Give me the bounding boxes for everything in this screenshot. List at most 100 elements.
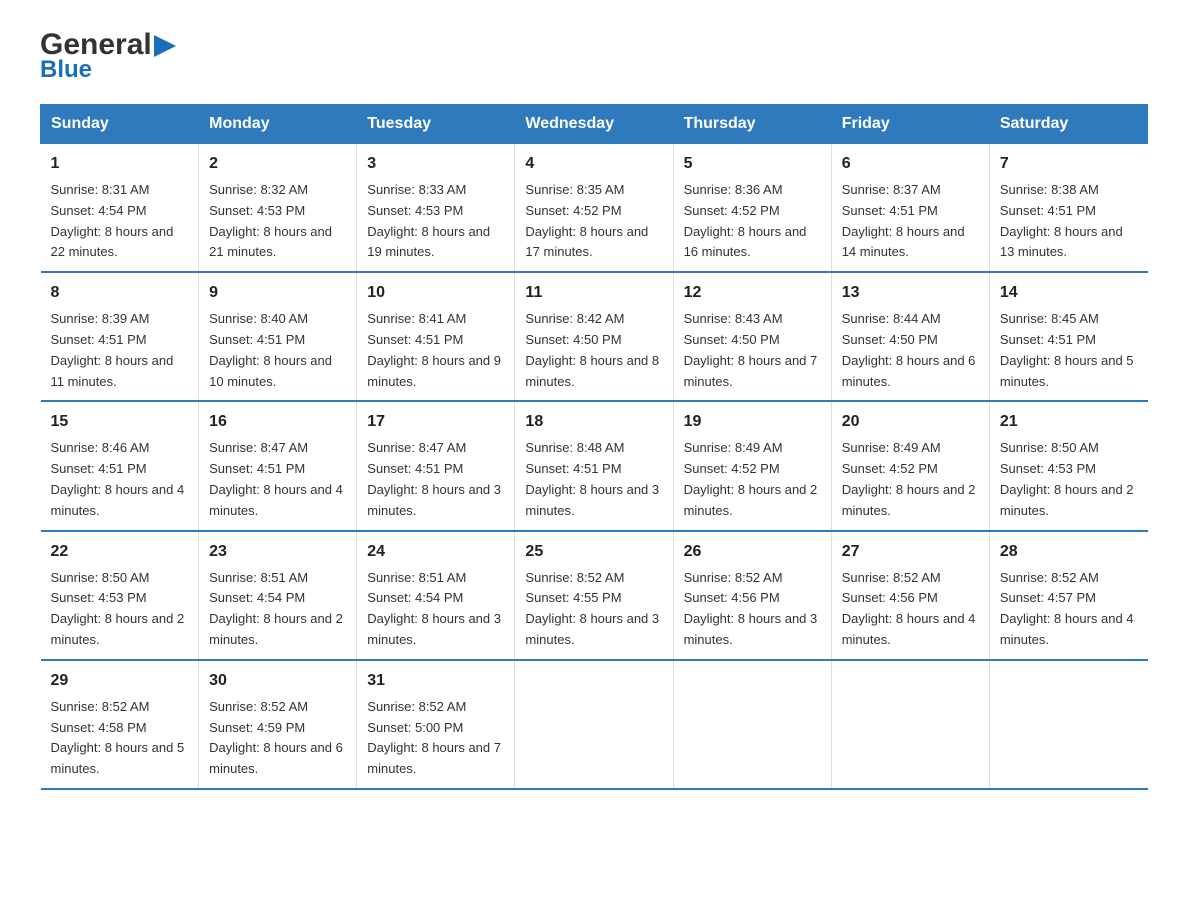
- day-number: 15: [51, 410, 189, 434]
- day-info: Sunrise: 8:35 AMSunset: 4:52 PMDaylight:…: [525, 180, 662, 263]
- day-number: 16: [209, 410, 346, 434]
- day-info: Sunrise: 8:41 AMSunset: 4:51 PMDaylight:…: [367, 309, 504, 392]
- day-info: Sunrise: 8:31 AMSunset: 4:54 PMDaylight:…: [51, 180, 189, 263]
- day-number: 14: [1000, 281, 1138, 305]
- calendar-cell: 6Sunrise: 8:37 AMSunset: 4:51 PMDaylight…: [831, 144, 989, 273]
- calendar-cell: [515, 660, 673, 789]
- day-number: 19: [684, 410, 821, 434]
- calendar-cell: 2 Sunrise: 8:32 AMSunset: 4:53 PMDaylight…: [199, 144, 357, 273]
- day-info: Sunrise: 8:52 AMSunset: 4:55 PMDaylight:…: [525, 568, 662, 651]
- header-tuesday: Tuesday: [357, 105, 515, 144]
- day-info: Sunrise: 8:40 AMSunset: 4:51 PMDaylight:…: [209, 309, 346, 392]
- day-info: Sunrise: 8:42 AMSunset: 4:50 PMDaylight:…: [525, 309, 662, 392]
- week-row-5: 29Sunrise: 8:52 AMSunset: 4:58 PMDayligh…: [41, 660, 1148, 789]
- day-number: 25: [525, 540, 662, 564]
- logo-arrow-icon: [154, 35, 176, 57]
- day-number: 5: [684, 152, 821, 176]
- logo-blue: Blue: [40, 56, 92, 83]
- day-info: Sunrise: 8:47 AMSunset: 4:51 PMDaylight:…: [367, 438, 504, 521]
- calendar-cell: 29Sunrise: 8:52 AMSunset: 4:58 PMDayligh…: [41, 660, 199, 789]
- header-friday: Friday: [831, 105, 989, 144]
- calendar-cell: 4Sunrise: 8:35 AMSunset: 4:52 PMDaylight…: [515, 144, 673, 273]
- day-number: 11: [525, 281, 662, 305]
- day-number: 31: [367, 669, 504, 693]
- day-info: Sunrise: 8:51 AMSunset: 4:54 PMDaylight:…: [367, 568, 504, 651]
- day-info: Sunrise: 8:49 AMSunset: 4:52 PMDaylight:…: [684, 438, 821, 521]
- day-number: 1: [51, 152, 189, 176]
- calendar-cell: [673, 660, 831, 789]
- week-row-3: 15 Sunrise: 8:46 AMSunset: 4:51 PMDayligh…: [41, 401, 1148, 530]
- day-info: Sunrise: 8:37 AMSunset: 4:51 PMDaylight:…: [842, 180, 979, 263]
- header-monday: Monday: [199, 105, 357, 144]
- logo-row2: Blue: [40, 56, 92, 84]
- day-info: Sunrise: 8:47 AMSunset: 4:51 PMDaylight:…: [209, 438, 346, 521]
- day-info: Sunrise: 8:38 AMSunset: 4:51 PMDaylight:…: [1000, 180, 1138, 263]
- day-number: 30: [209, 669, 346, 693]
- day-info: Sunrise: 8:43 AMSunset: 4:50 PMDaylight:…: [684, 309, 821, 392]
- calendar-cell: [989, 660, 1147, 789]
- day-number: 2: [209, 152, 346, 176]
- day-info: Sunrise: 8:44 AMSunset: 4:50 PMDaylight:…: [842, 309, 979, 392]
- day-number: 21: [1000, 410, 1138, 434]
- logo: General Blue: [40, 30, 176, 84]
- day-number: 8: [51, 281, 189, 305]
- day-info: Sunrise: 8:50 AMSunset: 4:53 PMDaylight:…: [1000, 438, 1138, 521]
- day-info: Sunrise: 8:52 AMSunset: 4:57 PMDaylight:…: [1000, 568, 1138, 651]
- day-number: 28: [1000, 540, 1138, 564]
- day-info: Sunrise: 8:50 AMSunset: 4:53 PMDaylight:…: [51, 568, 189, 651]
- day-info: Sunrise: 8:49 AMSunset: 4:52 PMDaylight:…: [842, 438, 979, 521]
- day-info: Sunrise: 8:52 AMSunset: 4:59 PMDaylight:…: [209, 697, 346, 780]
- calendar-cell: 18Sunrise: 8:48 AMSunset: 4:51 PMDayligh…: [515, 401, 673, 530]
- calendar-cell: 21 Sunrise: 8:50 AMSunset: 4:53 PMDayligh…: [989, 401, 1147, 530]
- calendar-cell: 25 Sunrise: 8:52 AMSunset: 4:55 PMDayligh…: [515, 531, 673, 660]
- header-sunday: Sunday: [41, 105, 199, 144]
- calendar-cell: 30 Sunrise: 8:52 AMSunset: 4:59 PMDayligh…: [199, 660, 357, 789]
- day-info: Sunrise: 8:39 AMSunset: 4:51 PMDaylight:…: [51, 309, 189, 392]
- calendar-cell: [831, 660, 989, 789]
- calendar-cell: 8 Sunrise: 8:39 AMSunset: 4:51 PMDaylight…: [41, 272, 199, 401]
- calendar-cell: 9 Sunrise: 8:40 AMSunset: 4:51 PMDaylight…: [199, 272, 357, 401]
- header-wednesday: Wednesday: [515, 105, 673, 144]
- day-info: Sunrise: 8:52 AMSunset: 4:58 PMDaylight:…: [51, 697, 189, 780]
- day-number: 23: [209, 540, 346, 564]
- day-number: 9: [209, 281, 346, 305]
- day-number: 24: [367, 540, 504, 564]
- calendar-cell: 3 Sunrise: 8:33 AMSunset: 4:53 PMDaylight…: [357, 144, 515, 273]
- week-row-1: 1 Sunrise: 8:31 AMSunset: 4:54 PMDaylight…: [41, 144, 1148, 273]
- calendar-cell: 22 Sunrise: 8:50 AMSunset: 4:53 PMDayligh…: [41, 531, 199, 660]
- day-info: Sunrise: 8:52 AMSunset: 4:56 PMDaylight:…: [842, 568, 979, 651]
- calendar-cell: 12Sunrise: 8:43 AMSunset: 4:50 PMDayligh…: [673, 272, 831, 401]
- day-info: Sunrise: 8:48 AMSunset: 4:51 PMDaylight:…: [525, 438, 662, 521]
- day-info: Sunrise: 8:51 AMSunset: 4:54 PMDaylight:…: [209, 568, 346, 651]
- calendar-cell: 11 Sunrise: 8:42 AMSunset: 4:50 PMDayligh…: [515, 272, 673, 401]
- day-info: Sunrise: 8:32 AMSunset: 4:53 PMDaylight:…: [209, 180, 346, 263]
- day-info: Sunrise: 8:33 AMSunset: 4:53 PMDaylight:…: [367, 180, 504, 263]
- day-number: 7: [1000, 152, 1138, 176]
- day-number: 10: [367, 281, 504, 305]
- calendar-table: SundayMondayTuesdayWednesdayThursdayFrid…: [40, 104, 1148, 790]
- calendar-cell: 27Sunrise: 8:52 AMSunset: 4:56 PMDayligh…: [831, 531, 989, 660]
- calendar-cell: 28 Sunrise: 8:52 AMSunset: 4:57 PMDayligh…: [989, 531, 1147, 660]
- calendar-cell: 15 Sunrise: 8:46 AMSunset: 4:51 PMDayligh…: [41, 401, 199, 530]
- header-saturday: Saturday: [989, 105, 1147, 144]
- day-number: 3: [367, 152, 504, 176]
- calendar-cell: 16 Sunrise: 8:47 AMSunset: 4:51 PMDayligh…: [199, 401, 357, 530]
- calendar-cell: 23 Sunrise: 8:51 AMSunset: 4:54 PMDayligh…: [199, 531, 357, 660]
- page-header: General Blue: [40, 30, 1148, 84]
- day-number: 17: [367, 410, 504, 434]
- calendar-cell: 31 Sunrise: 8:52 AMSunset: 5:00 PMDayligh…: [357, 660, 515, 789]
- day-info: Sunrise: 8:45 AMSunset: 4:51 PMDaylight:…: [1000, 309, 1138, 392]
- calendar-cell: 5Sunrise: 8:36 AMSunset: 4:52 PMDaylight…: [673, 144, 831, 273]
- calendar-cell: 7 Sunrise: 8:38 AMSunset: 4:51 PMDaylight…: [989, 144, 1147, 273]
- calendar-cell: 13 Sunrise: 8:44 AMSunset: 4:50 PMDayligh…: [831, 272, 989, 401]
- calendar-cell: 24 Sunrise: 8:51 AMSunset: 4:54 PMDayligh…: [357, 531, 515, 660]
- day-number: 22: [51, 540, 189, 564]
- week-row-2: 8 Sunrise: 8:39 AMSunset: 4:51 PMDaylight…: [41, 272, 1148, 401]
- calendar-cell: 20Sunrise: 8:49 AMSunset: 4:52 PMDayligh…: [831, 401, 989, 530]
- day-info: Sunrise: 8:52 AMSunset: 5:00 PMDaylight:…: [367, 697, 504, 780]
- day-info: Sunrise: 8:52 AMSunset: 4:56 PMDaylight:…: [684, 568, 821, 651]
- week-row-4: 22 Sunrise: 8:50 AMSunset: 4:53 PMDayligh…: [41, 531, 1148, 660]
- day-info: Sunrise: 8:46 AMSunset: 4:51 PMDaylight:…: [51, 438, 189, 521]
- day-number: 13: [842, 281, 979, 305]
- calendar-cell: 19 Sunrise: 8:49 AMSunset: 4:52 PMDayligh…: [673, 401, 831, 530]
